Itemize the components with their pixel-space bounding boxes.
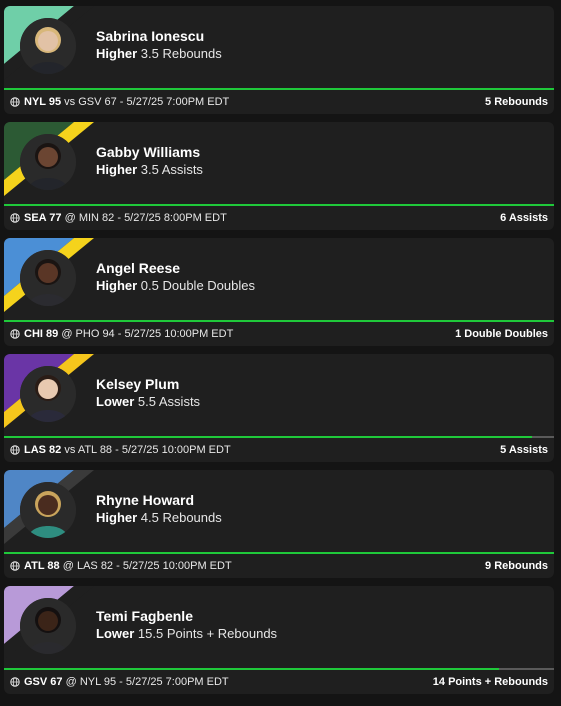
player-avatar: [20, 250, 76, 306]
pick-direction: Higher: [96, 162, 138, 177]
pick-card-header: Temi Fagbenle Lower 15.5 Points + Reboun…: [4, 586, 554, 668]
opponent-score: PHO 94: [75, 328, 115, 340]
pick-direction: Higher: [96, 46, 138, 61]
game-datetime: 5/27/25 10:00PM EDT: [124, 328, 234, 340]
team-score: LAS 82: [24, 444, 62, 456]
pick-card-header: Kelsey Plum Lower 5.5 Assists: [4, 354, 554, 436]
player-name: Kelsey Plum: [96, 376, 180, 392]
pick-direction: Lower: [96, 394, 135, 409]
globe-icon: [10, 677, 20, 687]
pick-card[interactable]: Kelsey Plum Lower 5.5 Assists LAS 82 vs …: [4, 354, 554, 462]
globe-icon: [10, 213, 20, 223]
pick-stat-line: 0.5 Double Doubles: [140, 278, 255, 293]
player-avatar: [20, 18, 76, 74]
player-name: Rhyne Howard: [96, 492, 195, 508]
player-name: Angel Reese: [96, 260, 181, 276]
globe-icon: [10, 329, 20, 339]
team-score: GSV 67: [24, 676, 63, 688]
game-datetime: 5/27/25 8:00PM EDT: [124, 212, 227, 224]
pick-card[interactable]: Angel Reese Higher 0.5 Double Doubles CH…: [4, 238, 554, 346]
pick-card-header: Angel Reese Higher 0.5 Double Doubles: [4, 238, 554, 320]
matchup-separator: vs: [64, 96, 76, 108]
matchup-separator: @: [62, 560, 74, 572]
pick-card-footer: CHI 89 @ PHO 94 - 5/27/25 10:00PM EDT 1 …: [4, 322, 554, 346]
pick-card-header: Gabby Williams Higher 3.5 Assists: [4, 122, 554, 204]
pick-direction: Higher: [96, 510, 138, 525]
pick-card-header: Sabrina Ionescu Higher 3.5 Rebounds: [4, 6, 554, 88]
pick-card-footer: GSV 67 @ NYL 95 - 5/27/25 7:00PM EDT 14 …: [4, 670, 554, 694]
pick-result: 14 Points + Rebounds: [432, 676, 548, 688]
pick-line: Lower 5.5 Assists: [96, 394, 200, 409]
pick-stat-line: 3.5 Rebounds: [140, 46, 222, 61]
matchup-separator: vs: [64, 444, 76, 456]
matchup-separator: @: [61, 328, 73, 340]
pick-result: 9 Rebounds: [485, 560, 548, 572]
pick-line: Higher 3.5 Rebounds: [96, 46, 222, 61]
pick-card[interactable]: Gabby Williams Higher 3.5 Assists SEA 77…: [4, 122, 554, 230]
opponent-score: GSV 67: [78, 96, 117, 108]
team-score: ATL 88: [24, 560, 60, 572]
pick-card[interactable]: Sabrina Ionescu Higher 3.5 Rebounds NYL …: [4, 6, 554, 114]
player-avatar: [20, 482, 76, 538]
pick-card-header: Rhyne Howard Higher 4.5 Rebounds: [4, 470, 554, 552]
team-score: NYL 95: [24, 96, 62, 108]
game-matchup: NYL 95 vs GSV 67 - 5/27/25 7:00PM EDT: [24, 96, 230, 108]
pick-line: Lower 15.5 Points + Rebounds: [96, 626, 277, 641]
pick-result: 6 Assists: [500, 212, 548, 224]
game-matchup: SEA 77 @ MIN 82 - 5/27/25 8:00PM EDT: [24, 212, 227, 224]
pick-list: Sabrina Ionescu Higher 3.5 Rebounds NYL …: [0, 0, 561, 706]
game-matchup: ATL 88 @ LAS 82 - 5/27/25 10:00PM EDT: [24, 560, 232, 572]
pick-line: Higher 3.5 Assists: [96, 162, 203, 177]
pick-stat-line: 5.5 Assists: [137, 394, 201, 409]
globe-icon: [10, 561, 20, 571]
pick-card[interactable]: Rhyne Howard Higher 4.5 Rebounds ATL 88 …: [4, 470, 554, 578]
opponent-score: NYL 95: [79, 676, 117, 688]
pick-result: 5 Rebounds: [485, 96, 548, 108]
pick-stat-line: 15.5 Points + Rebounds: [137, 626, 278, 641]
game-datetime: 5/27/25 7:00PM EDT: [126, 96, 230, 108]
player-name: Sabrina Ionescu: [96, 28, 205, 44]
team-score: CHI 89: [24, 328, 59, 340]
matchup-separator: @: [64, 212, 76, 224]
opponent-score: ATL 88: [77, 444, 113, 456]
game-datetime: 5/27/25 7:00PM EDT: [125, 676, 229, 688]
player-name: Gabby Williams: [96, 144, 201, 160]
team-score: SEA 77: [24, 212, 62, 224]
pick-card-footer: LAS 82 vs ATL 88 - 5/27/25 10:00PM EDT 5…: [4, 438, 554, 462]
matchup-separator: @: [65, 676, 77, 688]
game-matchup: GSV 67 @ NYL 95 - 5/27/25 7:00PM EDT: [24, 676, 229, 688]
game-matchup: LAS 82 vs ATL 88 - 5/27/25 10:00PM EDT: [24, 444, 231, 456]
pick-result: 1 Double Doubles: [455, 328, 548, 340]
pick-card-footer: SEA 77 @ MIN 82 - 5/27/25 8:00PM EDT 6 A…: [4, 206, 554, 230]
pick-line: Higher 0.5 Double Doubles: [96, 278, 255, 293]
pick-direction: Lower: [96, 626, 135, 641]
game-matchup: CHI 89 @ PHO 94 - 5/27/25 10:00PM EDT: [24, 328, 234, 340]
globe-icon: [10, 97, 20, 107]
pick-card-footer: ATL 88 @ LAS 82 - 5/27/25 10:00PM EDT 9 …: [4, 554, 554, 578]
opponent-score: MIN 82: [78, 212, 115, 224]
game-datetime: 5/27/25 10:00PM EDT: [122, 560, 232, 572]
pick-result: 5 Assists: [500, 444, 548, 456]
pick-direction: Higher: [96, 278, 138, 293]
player-avatar: [20, 134, 76, 190]
player-avatar: [20, 598, 76, 654]
player-avatar: [20, 366, 76, 422]
pick-stat-line: 3.5 Assists: [140, 162, 203, 177]
pick-line: Higher 4.5 Rebounds: [96, 510, 222, 525]
game-datetime: 5/27/25 10:00PM EDT: [121, 444, 231, 456]
pick-card[interactable]: Temi Fagbenle Lower 15.5 Points + Reboun…: [4, 586, 554, 694]
opponent-score: LAS 82: [76, 560, 114, 572]
globe-icon: [10, 445, 20, 455]
player-name: Temi Fagbenle: [96, 608, 193, 624]
pick-card-footer: NYL 95 vs GSV 67 - 5/27/25 7:00PM EDT 5 …: [4, 90, 554, 114]
pick-stat-line: 4.5 Rebounds: [140, 510, 222, 525]
